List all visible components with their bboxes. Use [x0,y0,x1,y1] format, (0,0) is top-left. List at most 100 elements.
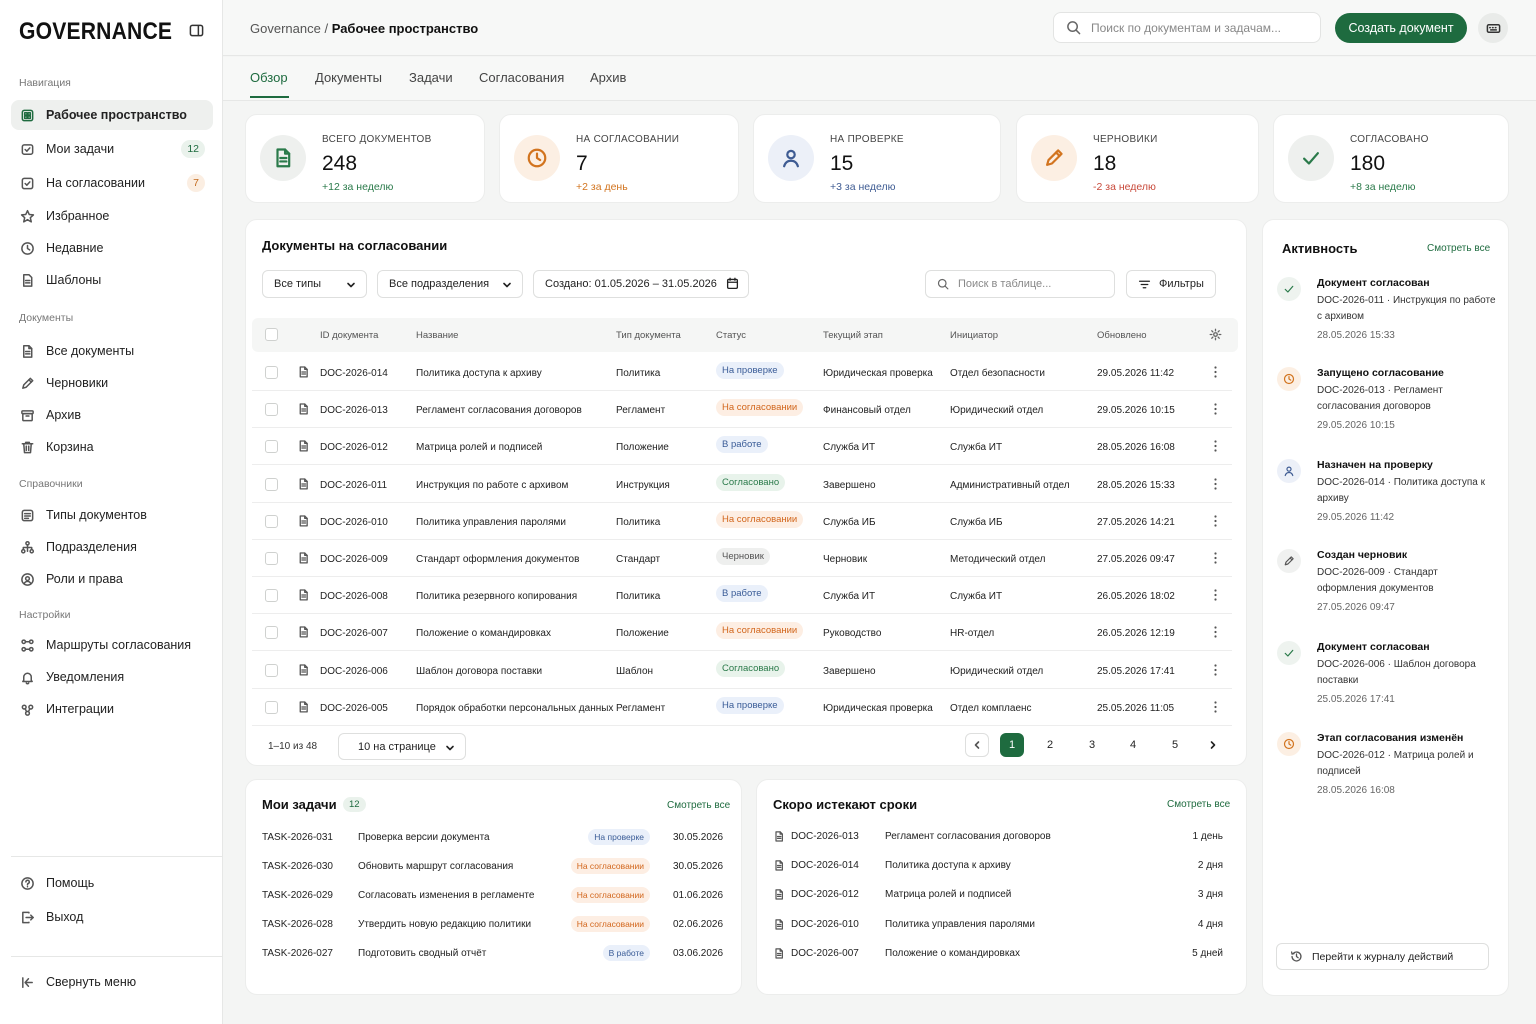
collapse-menu-button[interactable]: Свернуть меню [11,967,213,997]
tab-documents[interactable]: Документы [315,70,382,85]
sidebar-item-documents-1[interactable]: Черновики [11,368,213,398]
deadline-row[interactable]: DOC-2026-010 Политика управления паролями… [773,919,1233,948]
tab-tasks[interactable]: Задачи [409,70,453,85]
filters-button[interactable]: Фильтры [1126,270,1216,298]
more-vertical-icon[interactable] [1214,440,1217,452]
more-vertical-icon[interactable] [1214,366,1217,378]
row-checkbox[interactable] [265,477,278,491]
sidebar-item-documents-0[interactable]: Все документы [11,336,213,366]
sidebar-item-references-2[interactable]: Роли и права [11,564,213,594]
table-row[interactable]: DOC-2026-011 Инструкция по работе с архив… [252,466,1232,503]
col-id[interactable]: ID документа [320,330,378,341]
department-filter-select[interactable]: Все подразделения [377,270,523,298]
more-vertical-icon[interactable] [1214,477,1217,490]
sidebar-item-documents-2[interactable]: Архив [11,400,213,430]
tab-overview[interactable]: Обзор [250,70,288,85]
sidebar-item-nav-1[interactable]: Мои задачи 12 [11,134,213,164]
deadlines-see-all-link[interactable]: Смотреть все [1167,799,1230,810]
more-vertical-icon[interactable] [1214,552,1217,564]
create-document-button[interactable]: Создать документ [1335,13,1467,43]
row-checkbox[interactable] [265,514,278,528]
table-row[interactable]: DOC-2026-007 Положение о командировках Пол… [252,614,1232,652]
stat-card-0[interactable]: ВСЕГО ДОКУМЕНТОВ 248 +12 за неделю [245,114,485,203]
activity-see-all-link[interactable]: Смотреть все [1427,243,1490,254]
row-checkbox[interactable] [265,403,278,417]
gear-icon[interactable] [1209,328,1222,341]
keyboard-button[interactable] [1478,13,1508,43]
sidebar-item-nav-0[interactable]: Рабочее пространство [11,100,213,130]
table-row[interactable]: DOC-2026-009 Стандарт оформления документ… [252,540,1232,577]
page-4-button[interactable]: 4 [1121,733,1145,757]
col-status[interactable]: Статус [716,330,746,341]
deadline-row[interactable]: DOC-2026-012 Матрица ролей и подписей 3 дн… [773,889,1233,918]
row-checkbox[interactable] [265,700,278,714]
logout-link[interactable]: Выход [11,902,213,932]
sidebar-item-references-1[interactable]: Подразделения [11,532,213,562]
table-row[interactable]: DOC-2026-013 Регламент согласования догов… [252,391,1232,429]
sidebar-item-nav-5[interactable]: Шаблоны [11,265,213,295]
table-row[interactable]: DOC-2026-006 Шаблон договора поставки Шабл… [252,652,1232,689]
table-row[interactable]: DOC-2026-010 Политика управления паролями… [252,503,1232,540]
col-name[interactable]: Название [416,330,458,341]
sidebar-item-nav-3[interactable]: Избранное [11,201,213,231]
page-1-button[interactable]: 1 [1000,733,1024,757]
tab-approvals[interactable]: Согласования [479,70,564,85]
task-row[interactable]: TASK-2026-030 Обновить маршрут согласован… [262,858,732,890]
col-type[interactable]: Тип документа [616,330,681,341]
task-row[interactable]: TASK-2026-028 Утвердить новую редакцию по… [262,916,732,948]
table-search-input[interactable]: Поиск в таблице... [925,270,1115,298]
stat-card-2[interactable]: НА ПРОВЕРКЕ 15 +3 за неделю [753,114,1001,203]
row-checkbox[interactable] [265,440,278,454]
more-vertical-icon[interactable] [1214,626,1217,638]
more-vertical-icon[interactable] [1214,589,1217,601]
sidebar-item-nav-4[interactable]: Недавние [11,233,213,263]
task-row[interactable]: TASK-2026-029 Согласовать изменения в рег… [262,887,732,919]
deadline-row[interactable]: DOC-2026-014 Политика доступа к архиву 2 д… [773,860,1233,889]
sidebar-item-documents-3[interactable]: Корзина [11,432,213,462]
panel-toggle-icon[interactable] [189,23,204,38]
stat-card-1[interactable]: НА СОГЛАСОВАНИИ 7 +2 за день [499,114,739,203]
date-range-filter[interactable]: Создано: 01.05.2026 – 31.05.2026 [533,270,749,298]
select-all-checkbox[interactable] [265,328,278,341]
row-checkbox[interactable] [265,589,278,603]
page-5-button[interactable]: 5 [1163,733,1187,757]
table-row[interactable]: DOC-2026-005 Порядок обработки персональн… [252,689,1232,726]
deadline-row[interactable]: DOC-2026-013 Регламент согласования догов… [773,831,1233,860]
deadline-row[interactable]: DOC-2026-007 Положение о командировках 5 д… [773,948,1233,977]
global-search-input[interactable]: Поиск по документам и задачам... [1053,12,1321,43]
row-checkbox[interactable] [265,552,278,565]
task-row[interactable]: TASK-2026-031 Проверка версии документа На… [262,829,732,861]
table-row[interactable]: DOC-2026-012 Матрица ролей и подписей Поло… [252,428,1232,466]
page-2-button[interactable]: 2 [1038,733,1062,757]
more-vertical-icon[interactable] [1214,701,1217,713]
row-checkbox[interactable] [265,366,278,379]
more-vertical-icon[interactable] [1214,403,1217,415]
sidebar-item-settings-1[interactable]: Уведомления [11,662,213,692]
page-size-select[interactable]: 10 на странице [338,733,466,760]
col-stage[interactable]: Текущий этап [823,330,883,341]
tasks-see-all-link[interactable]: Смотреть все [667,800,730,811]
more-vertical-icon[interactable] [1214,663,1217,676]
sidebar-item-settings-0[interactable]: Маршруты согласования [11,630,213,660]
sidebar-item-nav-2[interactable]: На согласовании 7 [11,168,213,198]
stat-card-4[interactable]: СОГЛАСОВАНО 180 +8 за неделю [1273,114,1509,203]
col-updated[interactable]: Обновлено [1097,330,1147,341]
page-3-button[interactable]: 3 [1080,733,1104,757]
activity-log-button[interactable]: Перейти к журналу действий [1276,943,1489,970]
next-page-button[interactable] [1201,733,1225,757]
row-checkbox[interactable] [265,663,278,677]
row-checkbox[interactable] [265,626,278,640]
stat-card-3[interactable]: ЧЕРНОВИКИ 18 -2 за неделю [1016,114,1259,203]
help-link[interactable]: Помощь [11,868,213,898]
type-filter-select[interactable]: Все типы [262,270,367,298]
breadcrumb-root[interactable]: Governance [250,21,321,36]
col-initiator[interactable]: Инициатор [950,330,998,341]
sidebar-item-references-0[interactable]: Типы документов [11,500,213,530]
tab-archive[interactable]: Архив [590,70,626,85]
prev-page-button[interactable] [965,733,989,757]
more-vertical-icon[interactable] [1214,515,1217,527]
table-row[interactable]: DOC-2026-008 Политика резервного копирова… [252,577,1232,615]
sidebar-item-settings-2[interactable]: Интеграции [11,694,213,724]
table-row[interactable]: DOC-2026-014 Политика доступа к архиву Пол… [252,354,1232,391]
task-row[interactable]: TASK-2026-027 Подготовить сводный отчёт В … [262,945,732,977]
